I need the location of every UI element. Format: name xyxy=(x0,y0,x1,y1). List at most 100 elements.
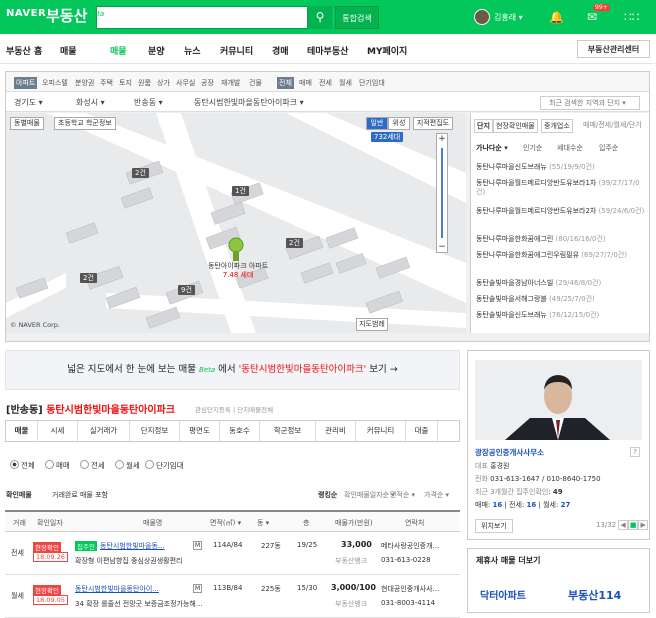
agent-office[interactable]: 광장공인중개사사무소? xyxy=(475,447,640,458)
table-row[interactable]: 월세 현장확인 18.09.05 동탄시범한빛마을동탄아이... 34 확장 를… xyxy=(5,576,460,618)
tab-deal-types[interactable]: 매매/전세/월세/단기 xyxy=(581,119,644,131)
count-label-1[interactable]: 2건 xyxy=(132,168,149,178)
check-building-listing[interactable]: 동별매물 xyxy=(10,117,44,130)
complex-pin-label[interactable]: 동탄아이파크 아파트 7.48 세대 xyxy=(208,262,268,280)
row-agent[interactable]: 메타사랑공인중개... xyxy=(381,541,439,551)
favorite-link[interactable]: 관심단지등록 xyxy=(195,406,231,414)
list-item[interactable]: 동탄나루마을한화꿈에그린우림필유 (69/27/7/0건) xyxy=(476,251,646,260)
deal-jeonse[interactable]: 전세 xyxy=(319,78,332,88)
tab-school[interactable]: 학군정보 xyxy=(260,421,316,441)
sort-date[interactable]: 확인매물일자순 ▾ xyxy=(344,490,395,500)
sort-popular[interactable]: 인기순 xyxy=(523,143,542,153)
type-building[interactable]: 건물 xyxy=(249,78,262,88)
count-label-2[interactable]: 1건 xyxy=(232,186,249,196)
row-agent[interactable]: 현대공인중개사사... xyxy=(381,584,439,594)
map-legend-button[interactable]: 지도범례 xyxy=(356,318,388,331)
location-button[interactable]: 위치보기 xyxy=(475,519,513,533)
sort-area[interactable]: 면적순 ▾ xyxy=(390,490,415,500)
complex-tags[interactable]: 관심단지등록 | 단지매물전체 xyxy=(195,404,273,414)
recent-search-dropdown[interactable]: 최근 검색한 지역과 단지 ▾ xyxy=(540,96,640,110)
radio-short[interactable]: 단기임대 xyxy=(145,460,184,471)
row-name[interactable]: 동탄시범한빛마을동... xyxy=(100,541,165,551)
nav-listing[interactable]: 매물 xyxy=(110,44,127,57)
type-presale-right[interactable]: 분양권 xyxy=(75,78,94,88)
radio-sale[interactable]: 매매 xyxy=(45,460,70,471)
zoom-out-icon[interactable]: − xyxy=(437,242,447,252)
tab-price[interactable]: 시세 xyxy=(38,421,78,441)
list-item[interactable]: 동탄나루마을신도브래뉴 (55/19/9/0건) xyxy=(476,163,646,172)
nav-mypage[interactable]: MY페이지 xyxy=(367,44,407,57)
deal-short[interactable]: 단기임대 xyxy=(359,78,385,88)
apps-grid-icon[interactable]: ∷∷ xyxy=(624,10,639,24)
loc-city[interactable]: 화성시 ▾ xyxy=(76,97,105,108)
map-marker-icon[interactable]: M xyxy=(193,541,203,550)
sort-alpha[interactable]: 가나다순 ▾ xyxy=(476,143,508,153)
deal-sale[interactable]: 매매 xyxy=(299,78,312,88)
sort-movein[interactable]: 입주순 xyxy=(599,143,618,153)
zoom-slider[interactable] xyxy=(441,148,443,238)
nav-presale[interactable]: 분양 xyxy=(148,44,165,57)
all-listing-link[interactable]: 단지매물전체 xyxy=(237,406,273,414)
type-redevelop[interactable]: 재개발 xyxy=(221,78,240,88)
list-item[interactable]: 동탄솔빛마을경남아너스빌 (29/46/8/0건) xyxy=(476,279,646,288)
map-canvas[interactable]: 동별매물 초등학교 학군정보 일반 위성 지적편집도 732세대 2건 1건 2… xyxy=(6,113,466,333)
list-item[interactable]: 동탄나루마을월드메르디앙반도유보라2차 (59/24/6/0건) xyxy=(476,207,646,216)
sort-household[interactable]: 세대수순 xyxy=(557,143,583,153)
partner-logo-r114[interactable]: 부동산114 xyxy=(568,587,621,603)
type-store[interactable]: 상가 xyxy=(157,78,170,88)
col-area[interactable]: 면적(㎡) ▾ xyxy=(210,518,241,528)
nav-listing-beta[interactable]: 매물 xyxy=(60,44,77,57)
user-name[interactable]: 김홍래 ▾ xyxy=(494,12,523,23)
tab-maintenance[interactable]: 관리비 xyxy=(316,421,356,441)
integrated-search-button[interactable]: 통합검색 xyxy=(335,6,379,29)
include-completed-check[interactable]: 거래완료 매물 포함 xyxy=(52,490,108,500)
tab-listing[interactable]: 매물 xyxy=(6,421,38,441)
tab-floorplan[interactable]: 평면도 xyxy=(180,421,220,441)
tab-actual-price[interactable]: 실거래가 xyxy=(78,421,130,441)
type-apartment[interactable]: 아파트 xyxy=(14,77,38,89)
map-normal-button[interactable]: 일반 xyxy=(366,117,388,130)
count-label-5[interactable]: 9건 xyxy=(178,285,195,295)
mail-icon[interactable]: ✉ xyxy=(587,10,597,24)
tab-agency[interactable]: 중개업소 xyxy=(541,119,573,133)
bell-icon[interactable]: 🔔 xyxy=(549,10,564,24)
naver-logo[interactable]: NAVER xyxy=(6,8,46,19)
type-office[interactable]: 사무실 xyxy=(176,78,195,88)
radio-jeonse[interactable]: 전세 xyxy=(80,460,105,471)
confirmed-filter[interactable]: 확인매물 xyxy=(6,490,32,500)
zoom-control[interactable]: + − xyxy=(436,133,448,253)
tab-complex[interactable]: 단지 xyxy=(474,119,493,133)
map-cadastral-button[interactable]: 지적편집도 xyxy=(413,117,453,130)
search-input[interactable] xyxy=(96,6,308,29)
nav-community[interactable]: 커뮤니티 xyxy=(220,44,253,57)
type-officetel[interactable]: 오피스텔 xyxy=(42,78,68,88)
zoom-in-icon[interactable]: + xyxy=(437,134,447,144)
count-label-4[interactable]: 2건 xyxy=(80,273,97,283)
avatar[interactable] xyxy=(474,9,490,25)
type-land[interactable]: 토지 xyxy=(119,78,132,88)
tab-loan[interactable]: 대출 xyxy=(406,421,438,441)
tab-site-confirmed[interactable]: 현장확인매물 xyxy=(493,119,538,133)
map-satellite-button[interactable]: 위성 xyxy=(388,117,410,130)
tab-community[interactable]: 커뮤니티 xyxy=(356,421,406,441)
radio-all[interactable]: 전체 xyxy=(10,460,35,471)
type-house[interactable]: 주택 xyxy=(100,78,113,88)
service-logo[interactable]: 부동산 xyxy=(46,5,87,26)
count-label-3[interactable]: 2건 xyxy=(286,238,303,248)
deal-all[interactable]: 전체 xyxy=(277,77,294,89)
sort-ranking[interactable]: 랭킹순 xyxy=(318,490,337,500)
row-name[interactable]: 동탄시범한빛마을동탄아이... xyxy=(75,584,159,594)
radio-wolse[interactable]: 월세 xyxy=(115,460,140,471)
loc-complex[interactable]: 동탄시범한빛마을동탄아이파크 ▾ xyxy=(194,97,304,108)
list-item[interactable]: 동탄솔빛마을신도브래뉴 (76/12/15/0건) xyxy=(476,311,646,320)
nav-home[interactable]: 부동산 홈 xyxy=(6,44,42,57)
list-item[interactable]: 동탄나루마을월드메르디앙반도유보라1차 (39/27/17/0건) xyxy=(476,179,646,197)
col-dong[interactable]: 동 ▾ xyxy=(257,518,269,528)
deal-wolse[interactable]: 월세 xyxy=(339,78,352,88)
type-oneroom[interactable]: 원룸 xyxy=(138,78,151,88)
list-item[interactable]: 동탄솔빛마을서해그랑블 (49/25/7/0건) xyxy=(476,295,646,304)
nav-news[interactable]: 뉴스 xyxy=(184,44,201,57)
agent-pager[interactable]: 13/32 ◀ ■ ▶ xyxy=(596,520,648,530)
table-row[interactable]: 전세 현장확인 18.09.26 집주인 동탄시범한빛마을동... 확장형 이편… xyxy=(5,533,460,575)
nav-theme[interactable]: 테마부동산 xyxy=(307,44,348,57)
